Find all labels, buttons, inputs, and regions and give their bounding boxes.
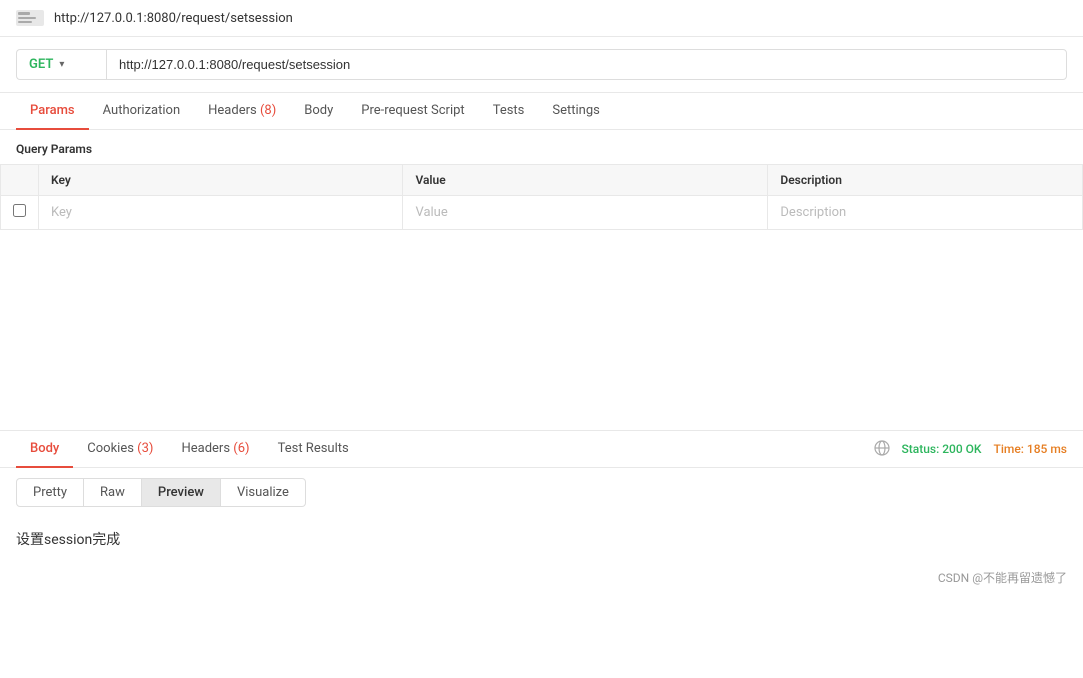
url-bar: GET ▾ xyxy=(0,37,1083,93)
response-body: 设置session完成 xyxy=(0,517,1083,561)
response-tab-headers[interactable]: Headers (6) xyxy=(167,431,263,468)
time-text: Time: 185 ms xyxy=(994,442,1067,456)
response-tab-body[interactable]: Body xyxy=(16,431,73,468)
table-header-key: Key xyxy=(39,165,403,196)
format-tab-preview[interactable]: Preview xyxy=(142,478,221,507)
footer: CSDN @不能再留遗憾了 xyxy=(0,561,1083,594)
tab-settings[interactable]: Settings xyxy=(538,93,613,130)
method-selector[interactable]: GET ▾ xyxy=(16,49,106,80)
headers-badge: (8) xyxy=(260,103,276,118)
response-tab-testresults[interactable]: Test Results xyxy=(264,431,363,468)
tab-body[interactable]: Body xyxy=(290,93,347,130)
title-url: http://127.0.0.1:8080/request/setsession xyxy=(54,11,293,26)
description-cell[interactable]: Description xyxy=(768,196,1083,230)
tab-prerequest[interactable]: Pre-request Script xyxy=(347,93,478,130)
response-status: Status: 200 OK Time: 185 ms xyxy=(874,440,1068,459)
tab-params[interactable]: Params xyxy=(16,93,89,130)
title-bar: http://127.0.0.1:8080/request/setsession xyxy=(0,0,1083,37)
format-tabs: Pretty Raw Preview Visualize xyxy=(0,468,1083,517)
cookies-badge: (3) xyxy=(137,441,153,456)
value-cell[interactable]: Value xyxy=(403,196,768,230)
row-checkbox[interactable] xyxy=(1,196,39,230)
chevron-down-icon: ▾ xyxy=(59,59,64,70)
tab-tests[interactable]: Tests xyxy=(479,93,539,130)
footer-text: CSDN @不能再留遗憾了 xyxy=(938,569,1067,586)
tab-authorization[interactable]: Authorization xyxy=(89,93,195,130)
format-tab-visualize[interactable]: Visualize xyxy=(221,478,306,507)
method-label: GET xyxy=(29,57,53,72)
request-tabs: Params Authorization Headers (8) Body Pr… xyxy=(0,93,1083,130)
status-text: Status: 200 OK xyxy=(902,442,982,456)
response-section: Body Cookies (3) Headers (6) Test Result… xyxy=(0,430,1083,594)
row-checkbox-input[interactable] xyxy=(13,204,26,217)
request-section: Query Params Key Value Description Key V… xyxy=(0,130,1083,430)
section-title: Query Params xyxy=(0,130,1083,164)
response-tabs: Body Cookies (3) Headers (6) Test Result… xyxy=(0,431,1083,468)
tab-headers[interactable]: Headers (8) xyxy=(194,93,290,130)
response-headers-badge: (6) xyxy=(233,441,249,456)
globe-icon xyxy=(874,440,890,459)
params-table: Key Value Description Key Value Descript… xyxy=(0,164,1083,230)
key-cell[interactable]: Key xyxy=(39,196,403,230)
response-tab-cookies[interactable]: Cookies (3) xyxy=(73,431,167,468)
format-tab-raw[interactable]: Raw xyxy=(84,478,142,507)
format-tab-pretty[interactable]: Pretty xyxy=(16,478,84,507)
table-header-checkbox xyxy=(1,165,39,196)
table-header-description: Description xyxy=(768,165,1083,196)
url-input[interactable] xyxy=(106,49,1067,80)
table-row: Key Value Description xyxy=(1,196,1083,230)
app-icon xyxy=(16,8,44,28)
table-header-value: Value xyxy=(403,165,768,196)
